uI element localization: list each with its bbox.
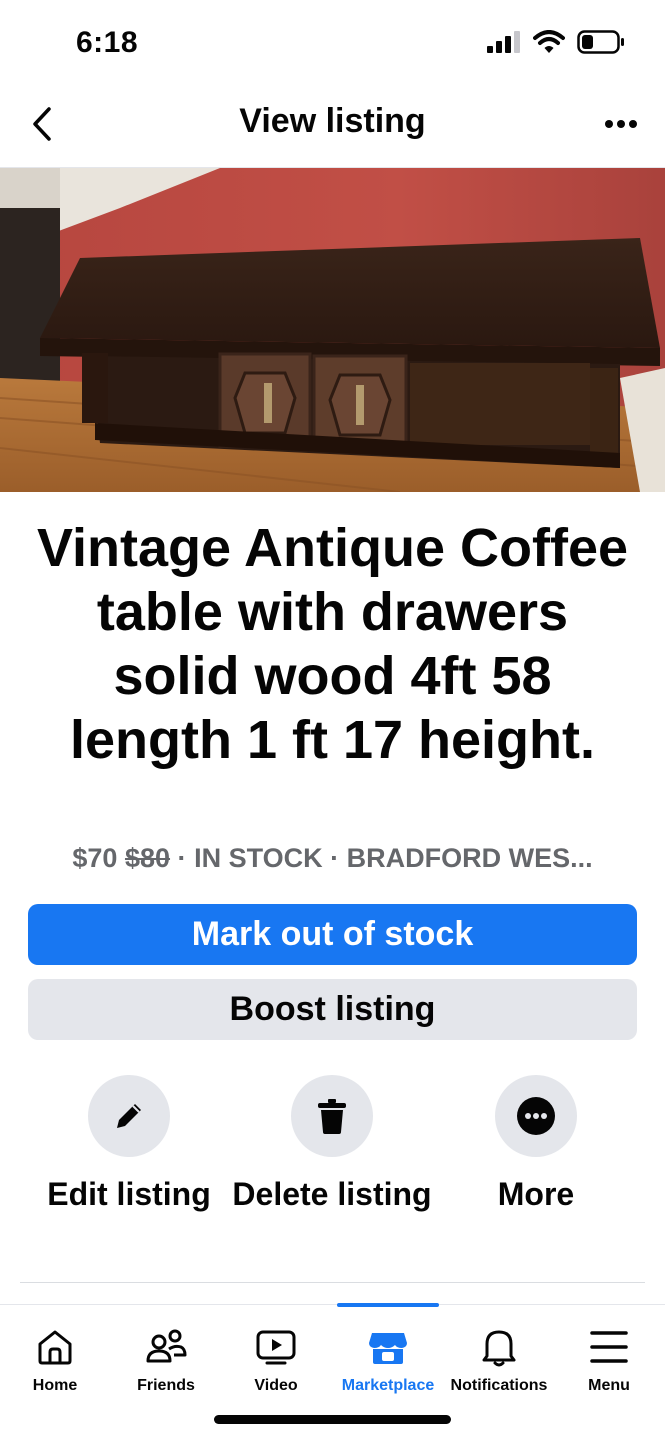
edit-listing-label: Edit listing [47,1176,211,1212]
more-options-button[interactable] [599,102,643,146]
mark-out-of-stock-button[interactable]: Mark out of stock [28,904,637,965]
trash-icon [318,1099,346,1134]
meta-separator: · [177,843,187,873]
status-bar: 6:18 [0,0,665,84]
more-action[interactable]: More [431,1075,641,1217]
tab-video-label: Video [254,1377,298,1394]
listing-title: Vintage Antique Coffee table with drawer… [36,518,629,770]
status-time: 6:18 [76,26,139,59]
bell-icon [482,1330,516,1367]
listing-original-price: $80 [124,843,171,873]
tab-video[interactable]: Video [236,1305,316,1405]
home-icon [38,1330,72,1365]
friends-icon [146,1329,187,1363]
listing-meta: $70 $80 · IN STOCK · BRADFORD WES... [20,843,645,874]
marketplace-icon [369,1333,407,1364]
nav-header: View listing [0,84,665,168]
more-circle-icon [517,1097,555,1135]
edit-listing-action[interactable]: Edit listing [24,1075,234,1217]
signal-icon [487,31,520,53]
video-icon [256,1330,296,1365]
tab-friends-label: Friends [137,1377,195,1394]
tab-menu-label: Menu [588,1377,630,1394]
wifi-icon [533,30,565,53]
listing-price: $70 [72,843,118,873]
more-label: More [497,1176,575,1212]
status-icons [487,30,625,54]
listing-stock-status: IN STOCK [194,843,323,873]
tab-notifications[interactable]: Notifications [444,1305,554,1405]
boost-listing-button[interactable]: Boost listing [28,979,637,1040]
home-indicator [214,1415,451,1424]
meta-separator: · [330,843,340,873]
delete-listing-button[interactable] [291,1075,373,1157]
battery-icon [577,30,624,54]
listing-photo[interactable] [0,168,665,492]
tab-menu[interactable]: Menu [570,1305,648,1405]
tab-home-label: Home [32,1377,78,1394]
tab-marketplace[interactable]: Marketplace [334,1305,442,1405]
listing-location: BRADFORD WES... [346,843,593,873]
page-title: View listing [239,102,426,140]
tab-home[interactable]: Home [12,1305,98,1405]
tab-friends[interactable]: Friends [124,1305,208,1405]
delete-listing-label: Delete listing [232,1176,432,1212]
tab-notifications-label: Notifications [450,1377,548,1394]
more-horizontal-icon [605,120,637,128]
tab-marketplace-label: Marketplace [341,1377,435,1394]
edit-listing-button[interactable] [88,1075,170,1157]
pencil-icon [117,1104,141,1128]
delete-listing-action[interactable]: Delete listing [227,1075,437,1217]
more-button[interactable] [495,1075,577,1157]
divider [20,1282,645,1283]
coffee-table-photo [0,168,665,492]
menu-icon [590,1331,628,1363]
